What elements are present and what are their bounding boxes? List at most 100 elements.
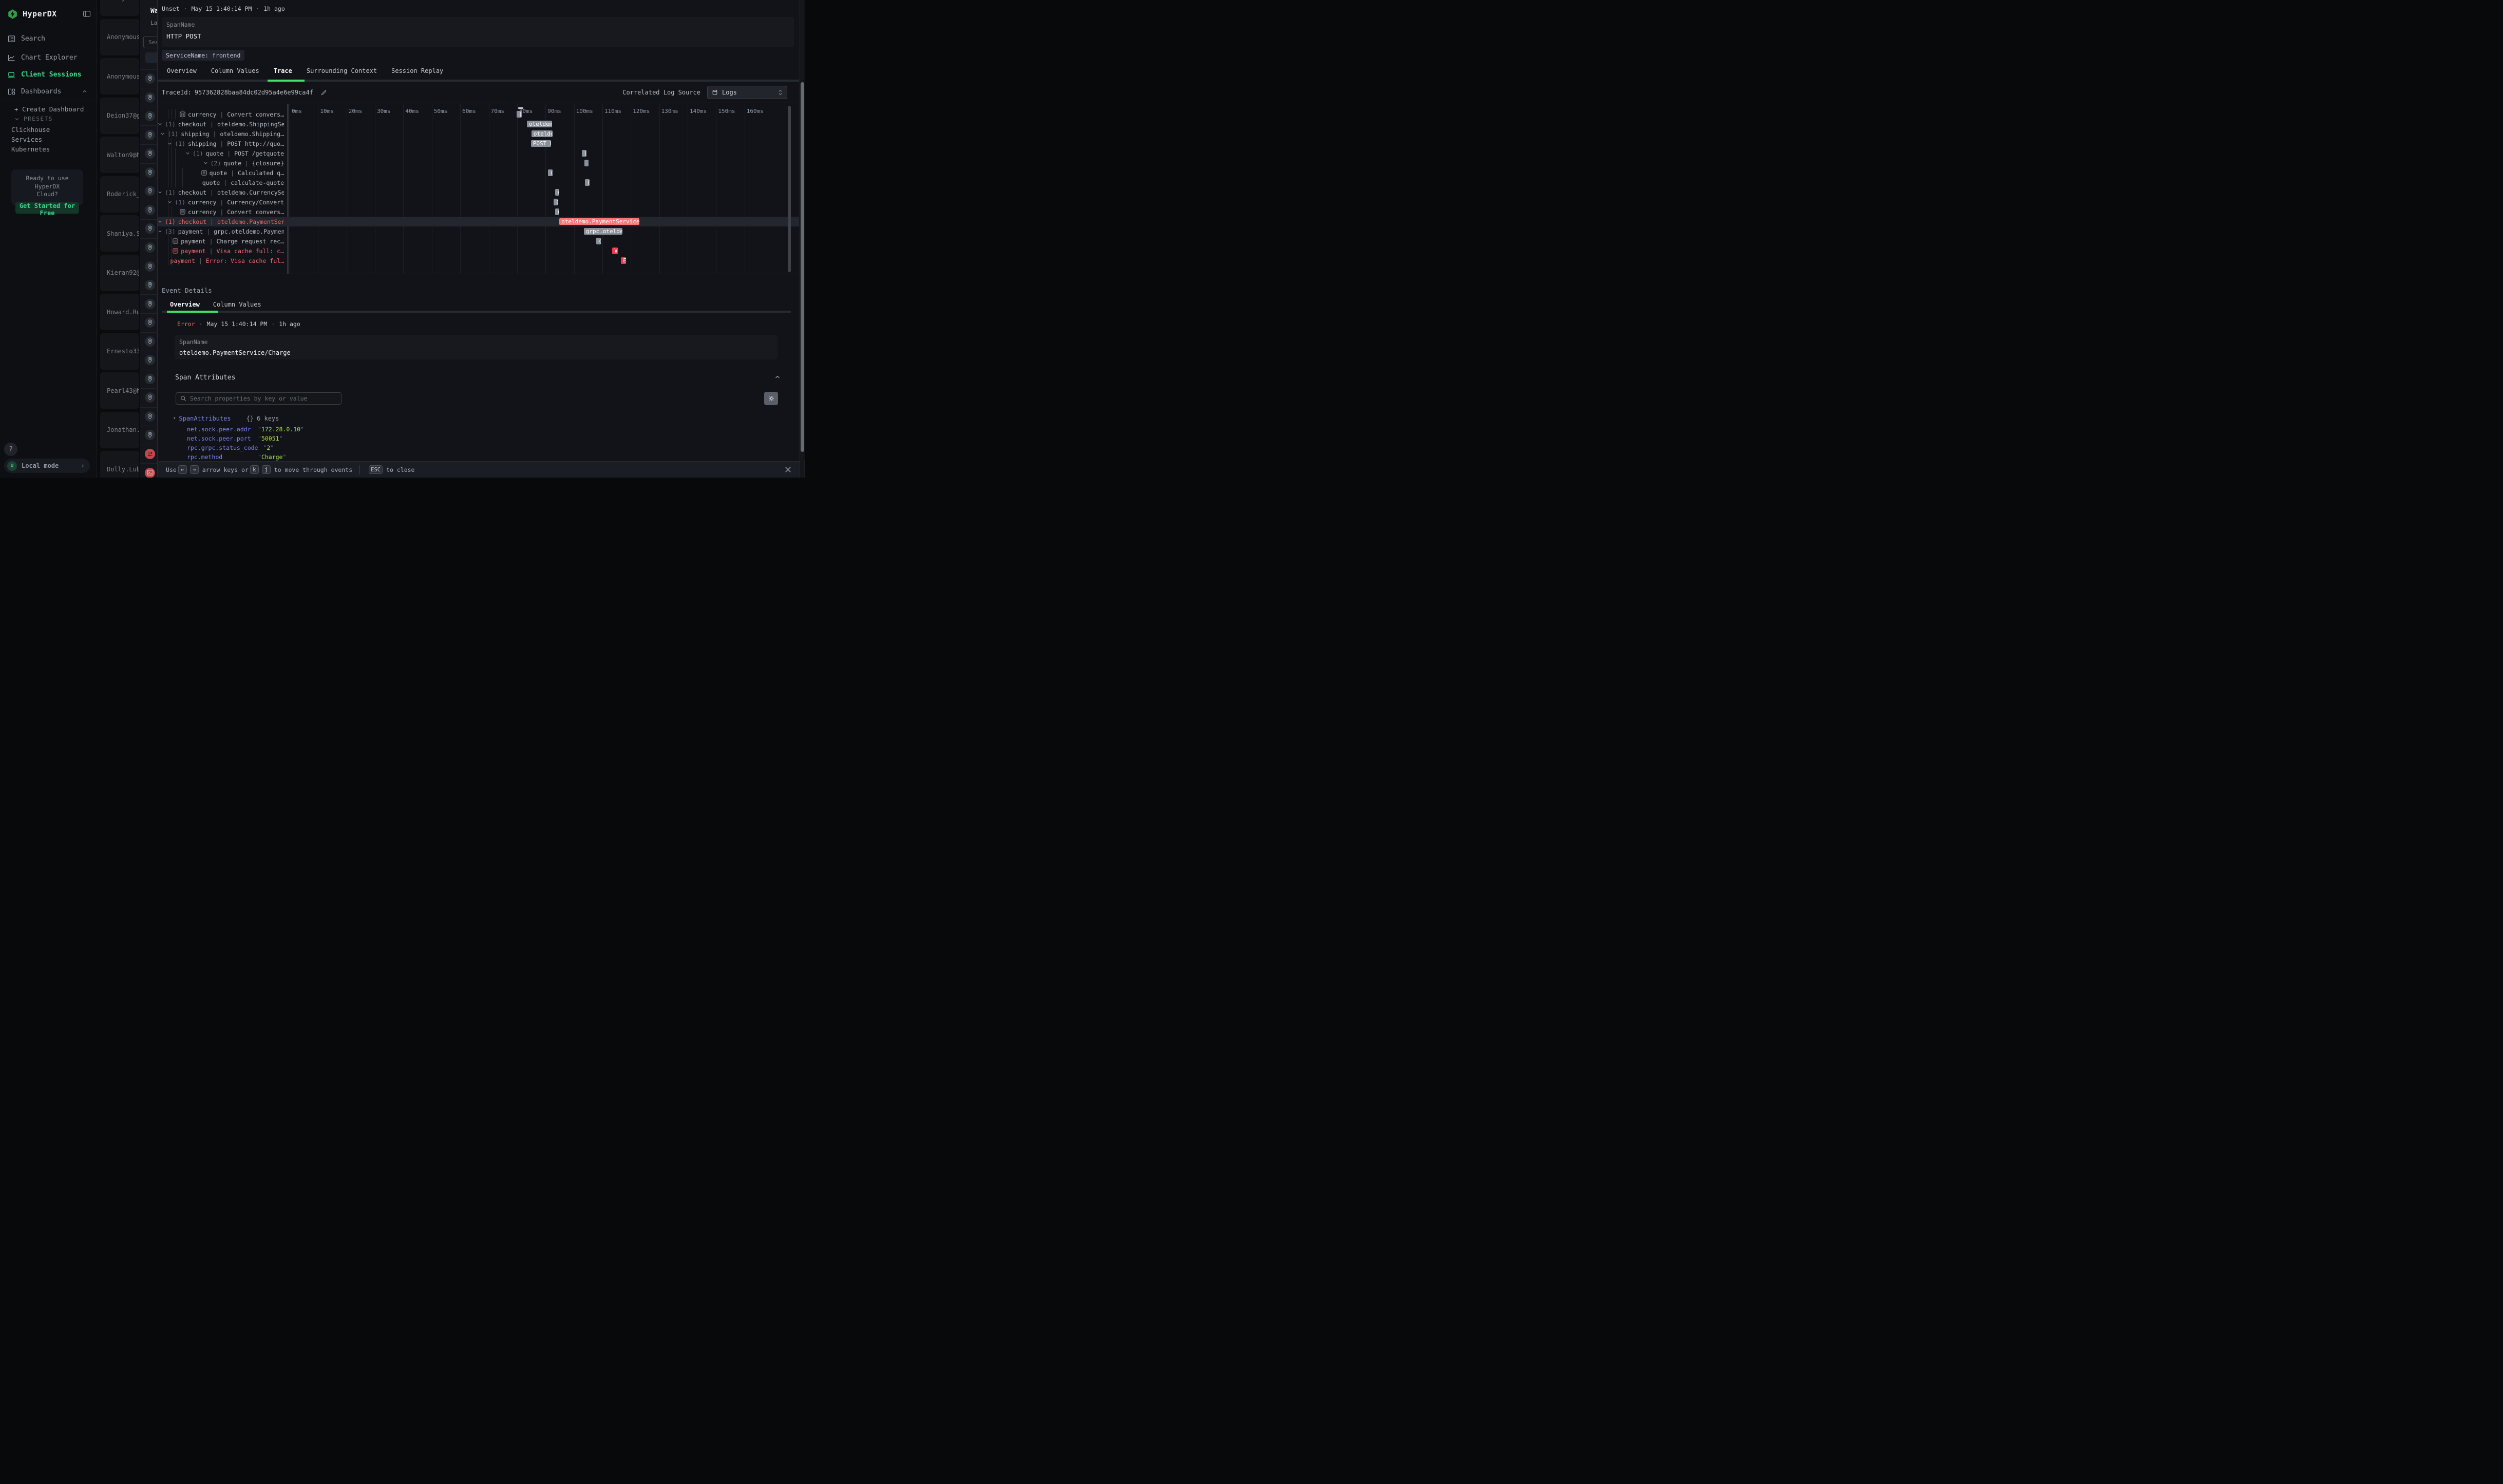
- waterfall-row[interactable]: (3)payment | grpc.oteldemo.Paymen…grpc.o…: [158, 226, 799, 236]
- pin-icon[interactable]: [145, 223, 155, 234]
- waterfall-row[interactable]: currency | Convert convers…(: [158, 109, 799, 119]
- pin-icon[interactable]: [145, 205, 155, 215]
- waterfall-row[interactable]: (1)checkout | oteldemo.PaymentServi…otel…: [158, 217, 799, 226]
- attribute-key[interactable]: rpc.method: [187, 453, 253, 461]
- waterfall-row[interactable]: payment | Error: Visa cache ful…E: [158, 256, 799, 265]
- span-duration-bar[interactable]: [584, 160, 589, 166]
- log-source-select[interactable]: Logs: [707, 86, 787, 99]
- attributes-root-label[interactable]: SpanAttributes: [179, 415, 231, 422]
- session-card[interactable]: Ernesto33@: [100, 333, 139, 370]
- pin-icon[interactable]: [145, 430, 155, 440]
- sidebar-item-chart-explorer[interactable]: Chart Explorer: [7, 52, 96, 63]
- session-card[interactable]: Anonymous: [100, 0, 139, 16]
- span-duration-bar[interactable]: oteldemo.PaymentService/Char: [559, 218, 639, 225]
- pin-icon[interactable]: [145, 411, 155, 422]
- preset-item-services[interactable]: Services: [11, 136, 92, 143]
- span-duration-bar[interactable]: (: [554, 199, 558, 205]
- sidebar-collapse-icon[interactable]: [83, 10, 91, 17]
- tree-expand-icon[interactable]: ▾: [173, 416, 176, 421]
- waterfall-row[interactable]: (1)checkout | oteldemo.CurrencySe…(: [158, 187, 799, 197]
- preset-item-kubernetes[interactable]: Kubernetes: [11, 145, 92, 153]
- chevron-up-icon[interactable]: [82, 88, 88, 94]
- session-card[interactable]: Kieran92@h: [100, 255, 139, 291]
- create-dashboard-button[interactable]: + Create Dashboard: [14, 105, 92, 113]
- get-started-button[interactable]: Get Started for Free: [15, 202, 79, 214]
- chevron-down-icon[interactable]: [158, 190, 162, 195]
- span-duration-bar[interactable]: E: [621, 257, 626, 264]
- pin-icon[interactable]: [145, 242, 155, 253]
- pin-icon[interactable]: [145, 167, 155, 178]
- waterfall-row[interactable]: (1)shipping | POST http://quo…POST h: [158, 139, 799, 148]
- attribute-key[interactable]: net.sock.peer.port: [187, 435, 253, 442]
- tab-column-values[interactable]: Column Values: [213, 301, 261, 308]
- span-duration-bar[interactable]: (: [585, 179, 590, 186]
- edit-icon[interactable]: [320, 89, 327, 96]
- session-card[interactable]: Jonathan.B: [100, 412, 139, 448]
- waterfall-scrollbar[interactable]: [788, 106, 791, 272]
- span-duration-bar[interactable]: (: [555, 208, 559, 215]
- tab-surrounding-context[interactable]: Surrounding Context: [307, 67, 377, 74]
- chevron-down-icon[interactable]: [203, 161, 208, 165]
- pin-icon[interactable]: [145, 92, 155, 103]
- span-duration-bar[interactable]: (: [596, 238, 601, 244]
- service-chip[interactable]: ServiceName: frontend: [162, 50, 244, 61]
- waterfall-row[interactable]: currency | Convert convers…(: [158, 207, 799, 217]
- pin-icon[interactable]: [145, 148, 155, 159]
- sidebar-item-dashboards[interactable]: Dashboards: [7, 86, 96, 97]
- attributes-search-input[interactable]: [190, 395, 337, 402]
- session-card[interactable]: Anonymous: [100, 19, 139, 55]
- session-card[interactable]: Shaniya.Sc: [100, 215, 139, 252]
- chevron-down-icon[interactable]: [158, 229, 162, 234]
- sidebar-item-search[interactable]: Search: [7, 33, 96, 44]
- waterfall-row[interactable]: quote | Calculated q…(: [158, 168, 799, 178]
- session-card[interactable]: Anonymous: [100, 58, 139, 94]
- swap-icon[interactable]: [145, 449, 155, 459]
- drawer-scrollbar[interactable]: [800, 0, 804, 478]
- span-duration-bar[interactable]: oteldemo.: [527, 121, 552, 127]
- waterfall-row[interactable]: payment | Visa cache full: c…V: [158, 246, 799, 256]
- pin-icon[interactable]: [145, 261, 155, 272]
- waterfall-row[interactable]: (1)quote | POST /getquote(: [158, 148, 799, 158]
- pin-icon[interactable]: [145, 73, 155, 84]
- chevron-down-icon[interactable]: [185, 151, 190, 156]
- session-card[interactable]: Walton9@ho: [100, 137, 139, 173]
- tab-session-replay[interactable]: Session Replay: [391, 67, 443, 74]
- attribute-value[interactable]: "172.28.0.10": [258, 426, 304, 433]
- span-duration-bar[interactable]: (: [548, 169, 553, 176]
- attribute-value[interactable]: "2": [263, 444, 274, 451]
- span-duration-bar[interactable]: V: [612, 248, 618, 254]
- span-duration-bar[interactable]: (: [555, 189, 559, 196]
- waterfall-row[interactable]: (1)currency | Currency/Convert(: [158, 197, 799, 207]
- gear-icon[interactable]: [764, 392, 778, 405]
- waterfall-row[interactable]: (1)shipping | oteldemo.Shipping…oteldem: [158, 129, 799, 139]
- waterfall-row[interactable]: (2)quote | {closure}: [158, 158, 799, 168]
- waterfall-row[interactable]: (1)checkout | oteldemo.ShippingSe…otelde…: [158, 119, 799, 129]
- local-mode-bar[interactable]: U Local mode ›: [4, 459, 90, 473]
- attribute-value[interactable]: "50051": [258, 435, 283, 442]
- session-card[interactable]: Pearl43@ho: [100, 372, 139, 409]
- preset-item-clickhouse[interactable]: Clickhouse: [11, 126, 92, 134]
- collapse-section-icon[interactable]: [774, 374, 781, 380]
- tab-overview[interactable]: Overview: [170, 301, 200, 308]
- pin-icon[interactable]: [145, 336, 155, 347]
- pin-icon[interactable]: [145, 186, 155, 196]
- pin-icon[interactable]: [145, 130, 155, 140]
- pin-icon[interactable]: [145, 392, 155, 403]
- presets-toggle[interactable]: PRESETS: [14, 116, 53, 122]
- tab-trace[interactable]: Trace: [274, 67, 292, 74]
- waterfall-row[interactable]: payment | Charge request rec…(: [158, 236, 799, 246]
- tab-column-values[interactable]: Column Values: [211, 67, 259, 74]
- chevron-down-icon[interactable]: [160, 131, 165, 136]
- attribute-key[interactable]: net.sock.peer.addr: [187, 426, 253, 433]
- pin-icon[interactable]: [145, 374, 155, 384]
- pin-icon[interactable]: [145, 355, 155, 365]
- pin-icon[interactable]: [145, 317, 155, 328]
- tab-overview[interactable]: Overview: [167, 67, 197, 74]
- span-duration-bar[interactable]: (: [582, 150, 586, 157]
- chevron-down-icon[interactable]: [158, 219, 162, 224]
- session-card[interactable]: Roderick_S: [100, 176, 139, 213]
- close-icon[interactable]: [784, 466, 792, 473]
- terminal-icon[interactable]: [145, 468, 155, 478]
- attribute-value[interactable]: "Charge": [258, 453, 286, 461]
- attribute-key[interactable]: rpc.grpc.status_code: [187, 444, 258, 451]
